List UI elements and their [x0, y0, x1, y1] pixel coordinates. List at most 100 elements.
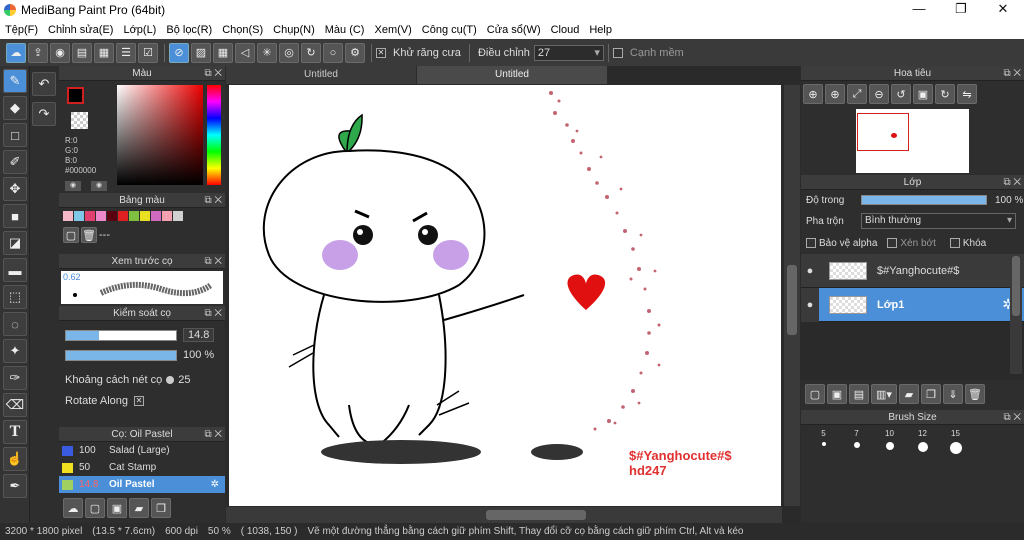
hue-slider[interactable] — [207, 85, 221, 185]
radial-snap-icon[interactable]: ✳ — [257, 42, 277, 63]
flip-icon[interactable]: ⇋ — [957, 84, 977, 104]
brush-item[interactable]: 50 Cat Stamp — [59, 459, 225, 476]
rotate-along-checkbox[interactable]: ✕ — [134, 396, 144, 406]
color-picker-square[interactable] — [117, 85, 203, 185]
perspective-snap-icon[interactable]: ◁ — [235, 42, 255, 63]
duplicate-icon[interactable]: ❐ — [151, 498, 171, 518]
magic-wand-tool-icon[interactable]: ✦ — [3, 339, 27, 363]
palette-swatch[interactable] — [162, 211, 172, 221]
palette-swatch[interactable] — [74, 211, 84, 221]
brush-size-cell[interactable]: 7 — [840, 429, 873, 463]
no-snap-icon[interactable]: ⊘ — [169, 42, 189, 63]
zoom-out-icon[interactable]: ⊖ — [869, 84, 889, 104]
close-button[interactable]: ✕ — [982, 0, 1024, 20]
layer-row[interactable]: ● $#Yanghocute#$ — [801, 254, 1024, 288]
layer-row-selected[interactable]: ● Lớp1 ✲ — [801, 287, 1024, 322]
eyedropper-tool-icon[interactable]: ✒ — [3, 474, 27, 498]
redo-icon[interactable]: ↷ — [32, 102, 56, 126]
move-tool-icon[interactable]: ✥ — [3, 177, 27, 201]
palette-swatch[interactable] — [118, 211, 128, 221]
maximize-button[interactable]: ❐ — [940, 0, 982, 20]
protect-alpha-checkbox[interactable] — [806, 238, 816, 248]
check-list-icon[interactable]: ☑ — [138, 42, 158, 63]
clipping-checkbox[interactable] — [887, 238, 898, 248]
delete-palette-icon[interactable]: 🗑 — [81, 227, 97, 243]
lasso-tool-icon[interactable]: ◌ — [3, 312, 27, 336]
rotate-right-icon[interactable]: ↻ — [935, 84, 955, 104]
brush-size-cell[interactable]: 5 — [807, 429, 840, 463]
settings-gear-icon[interactable]: ⚙ — [345, 42, 365, 63]
brush-item[interactable]: 100 Salad (Large) — [59, 442, 225, 459]
new-palette-icon[interactable]: ▢ — [63, 227, 79, 243]
delete-layer-icon[interactable]: 🗑 — [965, 384, 985, 404]
new-layer-2-icon[interactable]: ▣ — [827, 384, 847, 404]
background-color-swatch[interactable] — [71, 112, 88, 129]
tab-untitled-1[interactable]: Untitled — [226, 66, 416, 84]
size-value[interactable]: 14.8 — [183, 328, 215, 342]
lock-checkbox[interactable] — [949, 238, 960, 248]
fill-rect-tool-icon[interactable]: ■ — [3, 204, 27, 228]
circle-snap-icon[interactable]: ○ — [323, 42, 343, 63]
palette-swatch[interactable] — [85, 211, 95, 221]
menu-tools[interactable]: Công cụ(T) — [417, 24, 482, 36]
menu-help[interactable]: Help — [584, 24, 617, 36]
brush-settings-gear-icon[interactable]: ✲ — [211, 479, 219, 490]
eraser-tool-icon[interactable]: ◆ — [3, 96, 27, 120]
fit-icon[interactable]: ⤢ — [847, 84, 867, 104]
vertical-scrollbar[interactable] — [784, 85, 800, 506]
menu-select[interactable]: Chọn(S) — [217, 24, 268, 36]
add-brush-icon[interactable]: ▣ — [107, 498, 127, 518]
palette-swatch[interactable] — [173, 211, 183, 221]
bucket-tool-icon[interactable]: ◪ — [3, 231, 27, 255]
zoom-in-icon[interactable]: ⊕ — [803, 84, 823, 104]
layer-folder-icon[interactable]: ▰ — [899, 384, 919, 404]
brush-item-selected[interactable]: 14.8 Oil Pastel ✲ — [59, 476, 225, 493]
menu-layer[interactable]: Lớp(L) — [118, 24, 161, 36]
chat-icon[interactable]: ▤ — [72, 42, 92, 63]
palette-swatch[interactable] — [96, 211, 106, 221]
foreground-color-swatch[interactable] — [67, 87, 84, 104]
cloud-brush-icon[interactable]: ☁ — [63, 498, 83, 518]
opacity-slider[interactable] — [65, 349, 177, 361]
select-rect-tool-icon[interactable]: ⬚ — [3, 285, 27, 309]
merge-layer-icon[interactable]: ⇓ — [943, 384, 963, 404]
page-icon[interactable]: ▦ — [94, 42, 114, 63]
new-layer-icon[interactable]: ▢ — [805, 384, 825, 404]
tab-untitled-2[interactable]: Untitled — [417, 66, 607, 84]
new-brush-icon[interactable]: ▢ — [85, 498, 105, 518]
concentric-snap-icon[interactable]: ◎ — [279, 42, 299, 63]
antialias-checkbox[interactable]: ✕ — [376, 47, 386, 58]
palette-swatches[interactable] — [63, 211, 221, 221]
comment-icon[interactable]: ◉ — [50, 42, 70, 63]
horizontal-scrollbar[interactable] — [226, 507, 782, 523]
layer-scrollbar[interactable] — [1010, 254, 1022, 374]
menu-color[interactable]: Màu (C) — [320, 24, 370, 36]
undo-icon[interactable]: ↶ — [32, 72, 56, 96]
select-eraser-tool-icon[interactable]: ⌫ — [3, 393, 27, 417]
rotate-left-icon[interactable]: ↺ — [891, 84, 911, 104]
menu-file[interactable]: Tệp(F) — [0, 24, 43, 36]
operation-tool-icon[interactable]: ☝ — [3, 447, 27, 471]
curve-snap-icon[interactable]: ↻ — [301, 42, 321, 63]
palette-swatch[interactable] — [129, 211, 139, 221]
size-slider[interactable] — [65, 329, 177, 341]
brush-size-cell[interactable]: 10 — [873, 429, 906, 463]
brush-size-cell[interactable]: 15 — [939, 429, 972, 463]
eye-icon[interactable]: ● — [801, 265, 819, 277]
gradient-tool-icon[interactable]: ▬ — [3, 258, 27, 282]
dot-tool-icon[interactable]: ✐ — [3, 150, 27, 174]
parallel-snap-icon[interactable]: ▨ — [191, 42, 211, 63]
grid-snap-icon[interactable]: ▦ — [213, 42, 233, 63]
menu-cloud[interactable]: Cloud — [546, 24, 585, 36]
swap-small-icon[interactable]: ◉ — [91, 181, 107, 191]
menu-edit[interactable]: Chỉnh sửa(E) — [43, 24, 118, 36]
new-layer-3-icon[interactable]: ▤ — [849, 384, 869, 404]
actual-size-icon[interactable]: ▣ — [913, 84, 933, 104]
brush-tool-icon[interactable]: ✎ — [3, 69, 27, 93]
eyedrop-small-icon[interactable]: ◉ — [65, 181, 81, 191]
select-pen-tool-icon[interactable]: ✑ — [3, 366, 27, 390]
menu-snap[interactable]: Chụp(N) — [268, 24, 320, 36]
navigator-preview[interactable] — [801, 107, 1024, 173]
folder-icon[interactable]: ▰ — [129, 498, 149, 518]
menu-view[interactable]: Xem(V) — [369, 24, 416, 36]
